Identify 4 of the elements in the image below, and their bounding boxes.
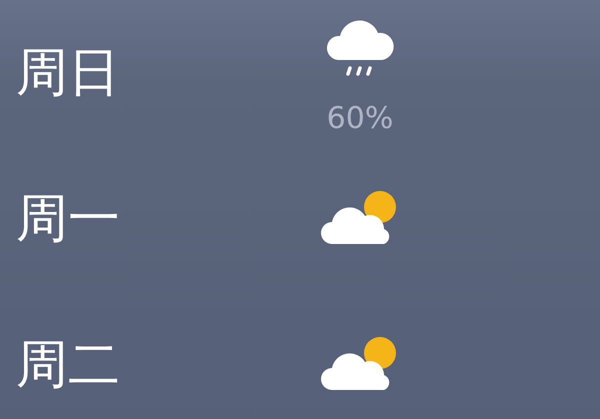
precipitation-chance: 60% [326,104,394,134]
day-label: 周日 [15,47,121,99]
day-label: 周一 [15,193,121,245]
day-label: 周二 [15,339,121,391]
